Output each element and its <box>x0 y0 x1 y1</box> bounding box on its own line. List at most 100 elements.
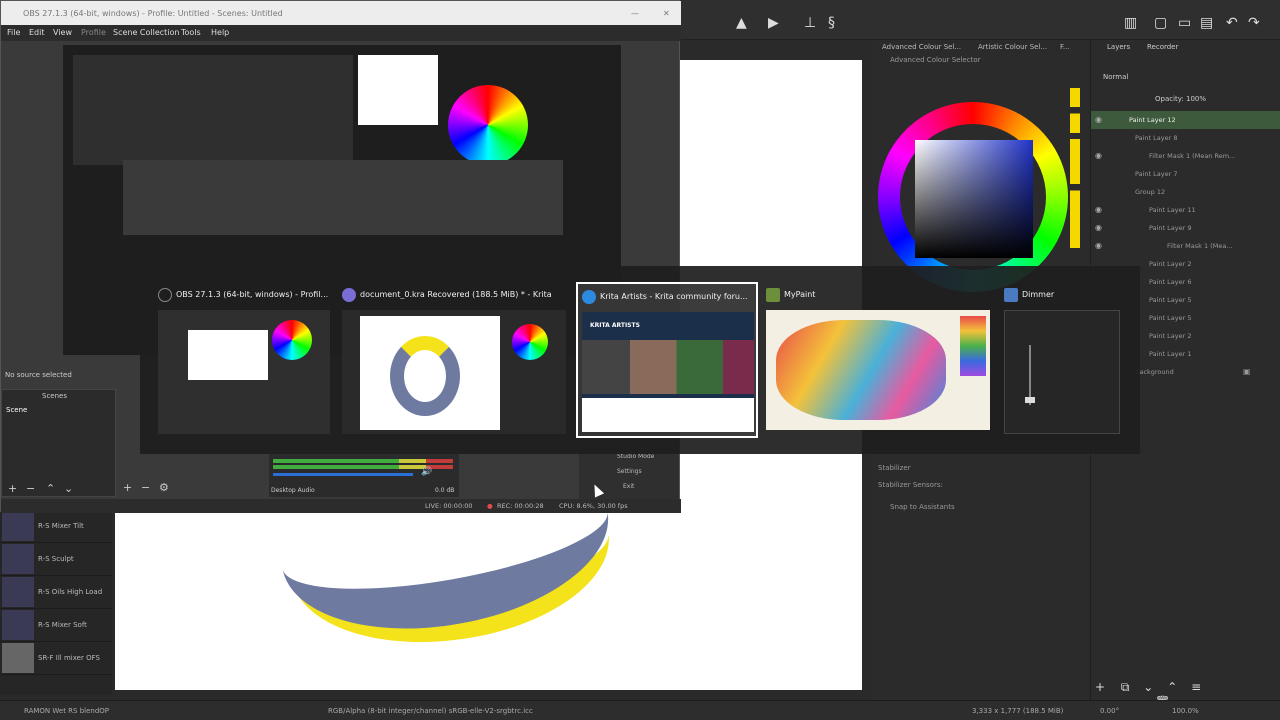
snap-icon[interactable]: § <box>828 15 835 31</box>
blend-mode-select[interactable]: Normal <box>1103 73 1128 81</box>
save-icon[interactable]: ▤ <box>1200 15 1213 31</box>
dock-title: Advanced Colour Selector <box>890 56 981 64</box>
brush-thumbnail <box>2 643 34 673</box>
mixer-db: 0.0 dB <box>435 487 455 494</box>
speaker-icon[interactable]: 🔊 <box>421 467 432 477</box>
eye-icon[interactable]: ◉ <box>1095 223 1102 232</box>
menu-view[interactable]: View <box>53 28 72 37</box>
flip-icon[interactable]: ▲ <box>736 15 747 31</box>
browser-app-icon <box>582 290 596 304</box>
studio-mode-button[interactable]: Studio Mode <box>617 453 654 460</box>
layer-row[interactable]: ◉ Filter Mask 1 (Mea... <box>1091 237 1280 255</box>
switcher-card-obs[interactable]: OBS 27.1.3 (64-bit, windows) - Profil... <box>154 282 334 438</box>
eye-icon[interactable]: ◉ <box>1095 151 1102 160</box>
image-size: 3,333 x 1,777 (188.5 MiB) <box>972 707 1064 715</box>
eye-icon[interactable]: ◉ <box>1095 205 1102 214</box>
no-source-label: No source selected <box>5 371 72 379</box>
tab-more[interactable]: F... <box>1060 43 1070 51</box>
current-brush: RAMON Wet RS blendOP <box>24 707 110 715</box>
switcher-card-krita[interactable]: document_0.kra Recovered (188.5 MiB) * -… <box>338 282 570 438</box>
menu-scene-collection[interactable]: Scene Collection <box>113 28 180 37</box>
preview-switcher <box>123 160 563 235</box>
tab-layers[interactable]: Layers <box>1107 43 1130 51</box>
layer-row[interactable]: ◉ Paint Layer 9 <box>1091 219 1280 237</box>
menu-tools[interactable]: Tools <box>181 28 201 37</box>
scene-item[interactable]: Scene <box>6 406 27 414</box>
settings-button[interactable]: Settings <box>617 468 642 475</box>
volume-slider[interactable] <box>273 473 413 476</box>
obs-app-icon <box>158 288 172 302</box>
eye-icon[interactable]: ◉ <box>1095 241 1102 250</box>
brush-thumbnail <box>2 544 34 574</box>
layer-menu-icon[interactable]: ≡ <box>1191 680 1201 694</box>
switcher-card-mypaint[interactable]: MyPaint <box>762 282 994 438</box>
open-icon[interactable]: ▭ <box>1178 15 1191 31</box>
brush-item[interactable]: SR-F Ill mixer OFS <box>0 642 112 675</box>
card-thumbnail <box>158 310 330 434</box>
add-source-icon[interactable]: + <box>123 481 132 494</box>
brush-item[interactable]: R-S Mixer Soft <box>0 609 112 642</box>
layer-row[interactable]: ◉ Filter Mask 1 (Mean Rem... <box>1091 147 1280 165</box>
zoom-level: 100.0% <box>1172 707 1199 715</box>
desktop: ▲ ▶ ⊥ § ▥ ▢ ▭ ▤ ↶ ↷ R-S Mixer Tilt R-S S… <box>0 0 1280 720</box>
menu-profile[interactable]: Profile <box>81 28 106 37</box>
dimmer-app-icon <box>1004 288 1018 302</box>
task-switcher: OBS 27.1.3 (64-bit, windows) - Profil...… <box>140 266 1140 454</box>
stabilizer-sensors-option[interactable]: Stabilizer Sensors: <box>878 481 943 489</box>
layer-row[interactable]: Group 12 <box>1091 183 1280 201</box>
tab-recorder[interactable]: Recorder <box>1147 43 1178 51</box>
colour-square[interactable] <box>915 140 1033 258</box>
layer-row[interactable]: Paint Layer 8 <box>1091 129 1280 147</box>
brush-item[interactable]: R-S Sculpt <box>0 543 112 576</box>
new-doc-icon[interactable]: ▢ <box>1154 15 1167 31</box>
move-up-icon[interactable]: ⌃ <box>1167 680 1177 694</box>
brush-thumbnail <box>2 610 34 640</box>
brush-item[interactable]: R-S Mixer Tilt <box>0 510 112 543</box>
close-icon[interactable]: ✕ <box>663 9 670 18</box>
opacity-slider[interactable]: Opacity: 100% <box>1155 95 1206 103</box>
rotation: 0.00° <box>1100 707 1120 715</box>
lock-icon[interactable]: ▣ <box>1243 367 1251 376</box>
dock-tabs: Advanced Colour Sel... Artistic Colour S… <box>870 40 1090 54</box>
gear-icon[interactable]: ⚙ <box>159 481 169 494</box>
layer-row[interactable]: Paint Layer 7 <box>1091 165 1280 183</box>
exit-button[interactable]: Exit <box>623 483 634 490</box>
duplicate-layer-icon[interactable]: ⧉ <box>1121 680 1130 694</box>
redo-icon[interactable]: ↷ <box>1248 15 1260 31</box>
card-thumbnail <box>342 310 566 434</box>
move-down-icon[interactable]: ⌄ <box>64 482 73 495</box>
card-thumbnail: KRITA ARTISTS <box>582 312 754 432</box>
layer-row[interactable]: ◉ Paint Layer 11 <box>1091 201 1280 219</box>
live-time: LIVE: 00:00:00 <box>425 502 473 510</box>
add-layer-icon[interactable]: + <box>1095 680 1105 694</box>
mixer-label: Desktop Audio <box>271 487 315 494</box>
snap-to-assistants-option[interactable]: Snap to Assistants <box>890 503 955 511</box>
tab-advanced-colour[interactable]: Advanced Colour Sel... <box>882 43 961 51</box>
add-scene-icon[interactable]: + <box>8 482 17 495</box>
krita-toolbar: ▲ ▶ ⊥ § ▥ ▢ ▭ ▤ ↶ ↷ <box>680 0 1280 40</box>
remove-source-icon[interactable]: − <box>141 481 150 494</box>
undo-icon[interactable]: ↶ <box>1226 15 1238 31</box>
preview-nested-screen <box>73 55 353 165</box>
layer-row[interactable]: ◉ Paint Layer 12 <box>1091 111 1280 129</box>
dock-icon[interactable]: ▥ <box>1124 15 1137 31</box>
brush-item[interactable]: R-S Oils High Load <box>0 576 112 609</box>
card-thumbnail <box>1004 310 1120 434</box>
palette-strip[interactable] <box>1070 88 1080 248</box>
switcher-card-dimmer[interactable]: Dimmer <box>1000 282 1132 438</box>
move-down-icon[interactable]: ⌄ <box>1143 680 1153 694</box>
play-icon[interactable]: ▶ <box>768 15 779 31</box>
menu-help[interactable]: Help <box>211 28 229 37</box>
menu-edit[interactable]: Edit <box>29 28 45 37</box>
switcher-card-browser[interactable]: Krita Artists - Krita community foru... … <box>576 282 758 438</box>
rec-time: REC: 00:00:28 <box>497 502 544 510</box>
transform-icon[interactable]: ⊥ <box>804 15 816 31</box>
mypaint-app-icon <box>766 288 780 302</box>
rec-dot-icon: ● <box>487 502 493 510</box>
menu-file[interactable]: File <box>7 28 20 37</box>
remove-scene-icon[interactable]: − <box>26 482 35 495</box>
minimize-icon[interactable]: — <box>631 9 639 18</box>
tab-artistic-colour[interactable]: Artistic Colour Sel... <box>978 43 1047 51</box>
move-up-icon[interactable]: ⌃ <box>46 482 55 495</box>
eye-icon[interactable]: ◉ <box>1095 115 1102 124</box>
